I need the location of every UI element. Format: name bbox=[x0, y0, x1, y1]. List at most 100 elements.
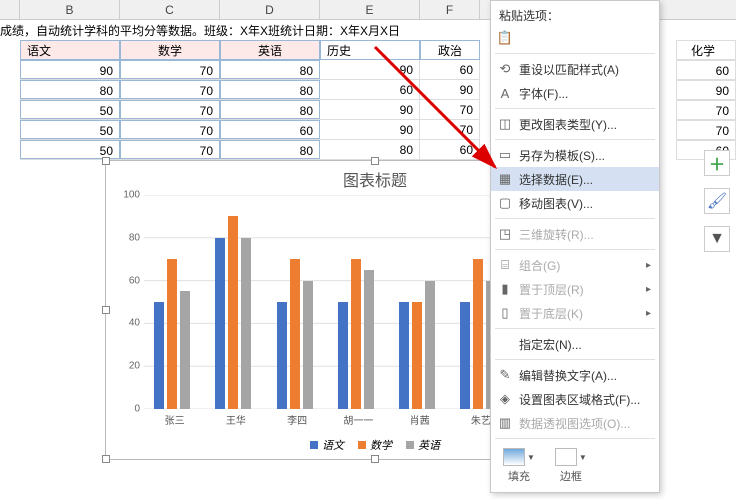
group-icon: ⌸ bbox=[497, 257, 513, 273]
cell[interactable]: 70 bbox=[120, 60, 220, 79]
data-rows[interactable]: 9070809060807080609050708090705070609070… bbox=[0, 60, 480, 160]
cell[interactable]: 60 bbox=[420, 60, 480, 79]
cell[interactable]: 60 bbox=[420, 140, 480, 159]
menu-font[interactable]: A字体(F)... bbox=[491, 81, 659, 105]
legend-item: 语文 bbox=[310, 437, 344, 453]
cell[interactable]: 70 bbox=[676, 120, 736, 140]
cell[interactable]: 90 bbox=[20, 60, 120, 79]
menu-change-chart-type[interactable]: ◫更改图表类型(Y)... bbox=[491, 112, 659, 136]
menu-edit-alt-text[interactable]: ✎编辑替换文字(A)... bbox=[491, 363, 659, 387]
cell[interactable]: 60 bbox=[220, 120, 320, 139]
cell[interactable]: 70 bbox=[120, 80, 220, 99]
right-column: 化学 60 90 70 70 60 bbox=[676, 40, 736, 160]
cell[interactable]: 80 bbox=[220, 100, 320, 119]
cell[interactable]: 60 bbox=[320, 80, 420, 99]
bar[interactable] bbox=[154, 302, 164, 409]
cell[interactable]: 90 bbox=[420, 80, 480, 99]
header-yingyu[interactable]: 英语 bbox=[220, 40, 320, 60]
bring-front-icon: ▮ bbox=[497, 281, 513, 297]
bar[interactable] bbox=[303, 281, 313, 409]
bar[interactable] bbox=[241, 238, 251, 409]
clipboard-icon: 📋 bbox=[497, 30, 513, 46]
bar[interactable] bbox=[290, 259, 300, 409]
cell[interactable]: 80 bbox=[220, 60, 320, 79]
cell[interactable]: 50 bbox=[20, 100, 120, 119]
col-F[interactable]: F bbox=[420, 0, 480, 19]
cell[interactable]: 90 bbox=[320, 60, 420, 79]
cell[interactable]: 70 bbox=[120, 100, 220, 119]
cell[interactable]: 70 bbox=[420, 120, 480, 139]
x-label: 张三 bbox=[145, 412, 205, 427]
x-label: 肖茜 bbox=[390, 412, 450, 427]
bar[interactable] bbox=[425, 281, 435, 409]
bar[interactable] bbox=[180, 291, 190, 409]
legend-item: 英语 bbox=[406, 437, 440, 453]
bar[interactable] bbox=[277, 302, 287, 409]
legend-item: 数学 bbox=[358, 437, 392, 453]
col-C[interactable]: C bbox=[120, 0, 220, 19]
paste-option-button[interactable]: 📋 bbox=[491, 26, 659, 50]
change-chart-type-icon: ◫ bbox=[497, 116, 513, 132]
cell[interactable]: 70 bbox=[120, 140, 220, 159]
menu-select-data[interactable]: ▦选择数据(E)... bbox=[491, 167, 659, 191]
font-icon: A bbox=[497, 85, 513, 101]
paste-options-header: 粘贴选项： bbox=[491, 5, 659, 26]
menu-assign-macro[interactable]: 指定宏(N)... bbox=[491, 332, 659, 356]
fill-button[interactable]: ▼ 填充 bbox=[503, 448, 535, 484]
header-zhengzhi[interactable]: 政治 bbox=[420, 40, 480, 60]
menu-format-chart-area[interactable]: ◈设置图表区域格式(F)... bbox=[491, 387, 659, 411]
col-E[interactable]: E bbox=[320, 0, 420, 19]
menu-bring-front: ▮置于顶层(R)▸ bbox=[491, 277, 659, 301]
menu-send-back: ▯置于底层(K)▸ bbox=[491, 301, 659, 325]
col-B[interactable]: B bbox=[20, 0, 120, 19]
bar[interactable] bbox=[364, 270, 374, 409]
chart-elements-button[interactable]: ＋ bbox=[704, 150, 730, 176]
x-label: 李四 bbox=[267, 412, 327, 427]
col-D[interactable]: D bbox=[220, 0, 320, 19]
cell[interactable]: 90 bbox=[320, 120, 420, 139]
bar[interactable] bbox=[167, 259, 177, 409]
chart-side-toolbar: ＋ 🖌 ▼ bbox=[704, 150, 730, 252]
header-shuxue[interactable]: 数学 bbox=[120, 40, 220, 60]
save-template-icon: ▭ bbox=[497, 147, 513, 163]
menu-pivot-options: ▥数据透视图选项(O)... bbox=[491, 411, 659, 435]
bar[interactable] bbox=[412, 302, 422, 409]
menu-move-chart[interactable]: ▢移动图表(V)... bbox=[491, 191, 659, 215]
menu-reset-style[interactable]: ⟲重设以匹配样式(A) bbox=[491, 57, 659, 81]
bar[interactable] bbox=[351, 259, 361, 409]
cell[interactable]: 80 bbox=[220, 80, 320, 99]
bar[interactable] bbox=[473, 259, 483, 409]
pivot-options-icon: ▥ bbox=[497, 415, 513, 431]
bar[interactable] bbox=[215, 238, 225, 409]
bar[interactable] bbox=[228, 216, 238, 409]
chart-styles-button[interactable]: 🖌 bbox=[704, 188, 730, 214]
assign-macro-icon bbox=[497, 336, 513, 352]
description-text: 成绩，自动统计学科的平均分等数据。班级：X年X班统计日期：X年X月X日 bbox=[0, 22, 400, 39]
border-button[interactable]: ▼ 边框 bbox=[555, 448, 587, 484]
bar[interactable] bbox=[399, 302, 409, 409]
bar[interactable] bbox=[338, 302, 348, 409]
cell[interactable]: 50 bbox=[20, 120, 120, 139]
cell[interactable]: 60 bbox=[676, 60, 736, 80]
menu-group: ⌸组合(G)▸ bbox=[491, 253, 659, 277]
cell[interactable]: 80 bbox=[320, 140, 420, 159]
header-yuwen[interactable]: 语文 bbox=[20, 40, 120, 60]
cell[interactable]: 70 bbox=[120, 120, 220, 139]
fill-border-row: ▼ 填充 ▼ 边框 bbox=[491, 442, 659, 488]
bar[interactable] bbox=[460, 302, 470, 409]
cell[interactable]: 90 bbox=[676, 80, 736, 100]
cell[interactable]: 80 bbox=[20, 80, 120, 99]
chart-filter-button[interactable]: ▼ bbox=[704, 226, 730, 252]
cell[interactable]: 70 bbox=[676, 100, 736, 120]
cell[interactable]: 80 bbox=[220, 140, 320, 159]
fill-icon bbox=[503, 448, 525, 466]
context-menu: 粘贴选项： 📋 ⟲重设以匹配样式(A)A字体(F)... ◫更改图表类型(Y)..… bbox=[490, 0, 660, 493]
header-lishi[interactable]: 历史 bbox=[320, 40, 420, 60]
send-back-icon: ▯ bbox=[497, 305, 513, 321]
menu-save-template[interactable]: ▭另存为模板(S)... bbox=[491, 143, 659, 167]
border-icon bbox=[555, 448, 577, 466]
right-header[interactable]: 化学 bbox=[676, 40, 736, 60]
cell[interactable]: 90 bbox=[320, 100, 420, 119]
y-axis: 020406080100 bbox=[114, 195, 142, 409]
cell[interactable]: 70 bbox=[420, 100, 480, 119]
